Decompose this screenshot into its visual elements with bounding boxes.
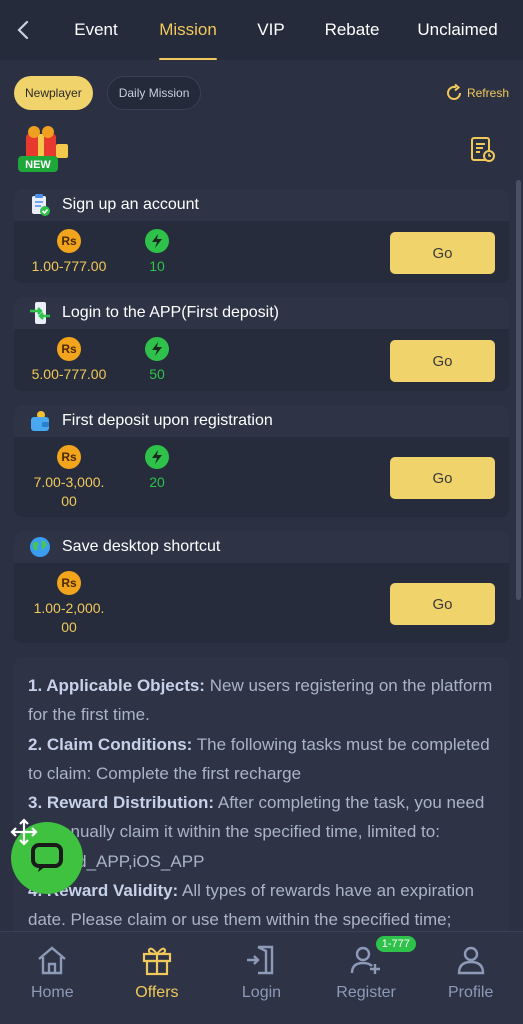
tab-mission[interactable]: Mission: [146, 0, 230, 60]
home-icon: [34, 942, 70, 978]
tab-unclaimed[interactable]: Unclaimed: [392, 0, 523, 60]
nav-label: Offers: [135, 984, 179, 1001]
new-badge-text: NEW: [25, 159, 51, 171]
refresh-button[interactable]: Refresh: [444, 83, 509, 103]
globe-icon: [28, 535, 52, 559]
reward-amount-line1: 7.00-3,000.: [33, 474, 105, 490]
task-title: Save desktop shortcut: [62, 538, 221, 555]
rupee-coin-icon: Rs: [57, 571, 81, 595]
mission-filters: Newplayer Daily Mission Refresh: [14, 76, 509, 110]
lightning-icon: [145, 337, 169, 361]
newplayer-chip[interactable]: Newplayer: [14, 76, 93, 110]
top-tab-bar: Event Mission VIP Rebate Unclaimed: [0, 0, 523, 60]
nav-profile[interactable]: Profile: [418, 932, 523, 1024]
reward-amount-line2: 00: [61, 493, 77, 509]
go-button[interactable]: Go: [390, 583, 495, 625]
rule-label: 3. Reward Distribution:: [28, 793, 215, 813]
nav-label: Profile: [447, 984, 494, 1001]
go-button[interactable]: Go: [390, 232, 495, 274]
task-card-signup: Sign up an account Rs 1.00-777.00 10 Go: [14, 189, 509, 283]
reward-amount-line2: 00: [61, 619, 77, 635]
task-points: 50: [149, 366, 165, 382]
phone-transfer-icon: [28, 301, 52, 325]
lightning-icon: [145, 445, 169, 469]
task-title: Login to the APP(First deposit): [62, 304, 279, 321]
nav-label: Login: [241, 984, 282, 1001]
rupee-coin-icon: Rs: [57, 445, 81, 469]
back-button[interactable]: [0, 0, 46, 60]
clipboard-check-icon: [28, 193, 52, 217]
nav-offers[interactable]: Offers: [105, 932, 210, 1024]
reward-amount: 1.00-777.00: [31, 258, 107, 274]
app-root: Event Mission VIP Rebate Unclaimed Newpl…: [0, 0, 523, 1024]
wallet-icon: [28, 409, 52, 433]
reward-amount: 1.00-2,000. 00: [14, 599, 124, 637]
rules-panel: 1. Applicable Objects: New users registe…: [14, 657, 509, 937]
task-points: 10: [149, 258, 165, 274]
chevron-left-icon: [17, 20, 29, 40]
rule-item: 4. Reward Validity: All types of rewards…: [28, 876, 495, 935]
nav-label: Register: [336, 984, 396, 1001]
reward-amount: 7.00-3,000. 00: [14, 473, 124, 511]
rule-item: 2. Claim Conditions: The following tasks…: [28, 730, 495, 789]
register-bonus-badge: 1-777: [375, 936, 416, 952]
task-header: First deposit upon registration: [14, 405, 509, 437]
tab-vip[interactable]: VIP: [230, 0, 312, 60]
task-card-login-app: Login to the APP(First deposit) Rs 5.00-…: [14, 297, 509, 391]
rule-label: 1. Applicable Objects:: [28, 676, 205, 695]
task-header: Sign up an account: [14, 189, 509, 221]
go-button[interactable]: Go: [390, 457, 495, 499]
nav-home[interactable]: Home: [0, 932, 105, 1024]
nav-register[interactable]: Register 1-777: [314, 932, 419, 1024]
task-title: First deposit upon registration: [62, 412, 273, 429]
task-title: Sign up an account: [62, 196, 199, 213]
refresh-label: Refresh: [466, 86, 509, 100]
scrollbar[interactable]: [516, 180, 521, 600]
drag-move-icon[interactable]: [10, 818, 38, 846]
rupee-coin-icon: Rs: [57, 229, 81, 253]
rule-item: 3. Reward Distribution: After completing…: [28, 788, 495, 876]
new-gift-badge: NEW: [16, 124, 72, 176]
profile-icon: [453, 942, 489, 978]
lightning-icon: [145, 229, 169, 253]
task-points: 20: [149, 474, 165, 490]
task-header: Login to the APP(First deposit): [14, 297, 509, 329]
reward-amount-line1: 1.00-2,000.: [33, 600, 105, 616]
task-card-desktop-shortcut: Save desktop shortcut Rs 1.00-2,000. 00 …: [14, 531, 509, 643]
tab-rebate[interactable]: Rebate: [312, 0, 392, 60]
task-header: Save desktop shortcut: [14, 531, 509, 563]
rupee-coin-icon: Rs: [57, 337, 81, 361]
reward-amount: 5.00-777.00: [31, 366, 107, 382]
tab-event[interactable]: Event: [46, 0, 146, 60]
rule-label: 2. Claim Conditions:: [28, 734, 193, 754]
go-button[interactable]: Go: [390, 340, 495, 382]
nav-login[interactable]: Login: [209, 932, 314, 1024]
refresh-icon: [447, 83, 461, 100]
task-card-first-deposit: First deposit upon registration Rs 7.00-…: [14, 405, 509, 517]
rule-item: 1. Applicable Objects: New users registe…: [28, 671, 495, 730]
nav-label: Home: [30, 984, 74, 1001]
login-icon: [243, 942, 279, 978]
gift-icon: [139, 942, 175, 978]
tabs: Event Mission VIP Rebate Unclaimed: [46, 0, 523, 60]
daily-mission-chip[interactable]: Daily Mission: [106, 76, 202, 110]
bottom-nav: Home Offers Login Register 1-777 Profile: [0, 931, 523, 1024]
history-document-icon[interactable]: [470, 136, 496, 169]
